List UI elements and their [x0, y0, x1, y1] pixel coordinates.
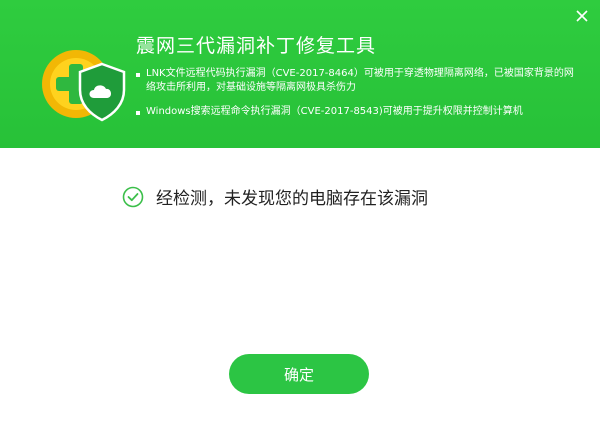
360-shield-logo-icon [42, 50, 126, 122]
vulnerability-item: Windows搜索远程命令执行漏洞（CVE-2017-8543)可被用于提升权限… [136, 105, 576, 119]
header-banner: 震网三代漏洞补丁修复工具 LNK文件远程代码执行漏洞（CVE-2017-8464… [0, 0, 600, 148]
scan-result: 经检测，未发现您的电脑存在该漏洞 [122, 184, 428, 209]
vulnerability-list: LNK文件远程代码执行漏洞（CVE-2017-8464）可被用于穿透物理隔离网络… [136, 67, 576, 129]
result-message: 经检测，未发现您的电脑存在该漏洞 [156, 189, 428, 209]
check-circle-icon [122, 186, 144, 207]
confirm-button[interactable]: 确定 [229, 354, 369, 394]
page-title: 震网三代漏洞补丁修复工具 [136, 35, 377, 57]
vulnerability-item: LNK文件远程代码执行漏洞（CVE-2017-8464）可被用于穿透物理隔离网络… [136, 67, 576, 95]
close-icon[interactable] [574, 8, 590, 24]
